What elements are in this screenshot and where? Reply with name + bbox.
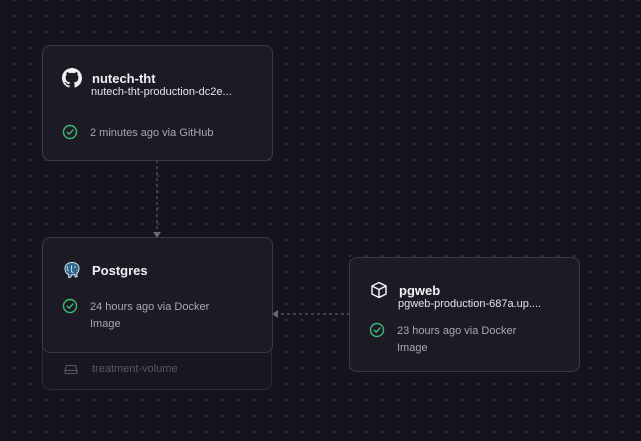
- service-card-pgweb[interactable]: pgweb pgweb-production-687a.up.... 23 ho…: [349, 257, 580, 372]
- volume-name: treatment-volume: [92, 363, 178, 375]
- check-circle-icon: [369, 322, 385, 338]
- volume-row: treatment-volume: [64, 362, 178, 376]
- hard-drive-icon: [64, 362, 78, 376]
- deployment-status-text: 24 hours ago via Docker Image: [90, 301, 210, 330]
- deployment-status-text: 2 minutes ago via GitHub: [90, 127, 214, 139]
- service-card-postgres[interactable]: Postgres 24 hours ago via Docker Image: [42, 237, 273, 353]
- deployment-status: 23 hours ago via Docker Image: [369, 322, 519, 357]
- box-icon: [369, 280, 389, 300]
- github-icon: [62, 68, 82, 88]
- service-card-nutech-tht[interactable]: nutech-tht nutech-tht-production-dc2e...…: [42, 45, 273, 161]
- deployment-status: 2 minutes ago via GitHub: [62, 124, 256, 142]
- check-circle-icon: [62, 124, 78, 140]
- service-title: Postgres: [92, 262, 148, 278]
- deployment-status: 24 hours ago via Docker Image: [62, 298, 212, 333]
- postgres-elephant-icon: [62, 260, 82, 280]
- project-canvas[interactable]: nutech-tht nutech-tht-production-dc2e...…: [0, 0, 641, 441]
- service-url-link[interactable]: pgweb-production-687a.up....: [398, 298, 563, 310]
- service-title: nutech-tht: [92, 70, 156, 86]
- service-url-link[interactable]: nutech-tht-production-dc2e...: [91, 86, 256, 98]
- deployment-status-text: 23 hours ago via Docker Image: [397, 325, 517, 354]
- service-card-header: nutech-tht: [62, 68, 256, 88]
- service-card-header: pgweb: [369, 280, 563, 300]
- service-card-header: Postgres: [62, 260, 256, 280]
- service-title: pgweb: [399, 282, 441, 298]
- check-circle-icon: [62, 298, 78, 314]
